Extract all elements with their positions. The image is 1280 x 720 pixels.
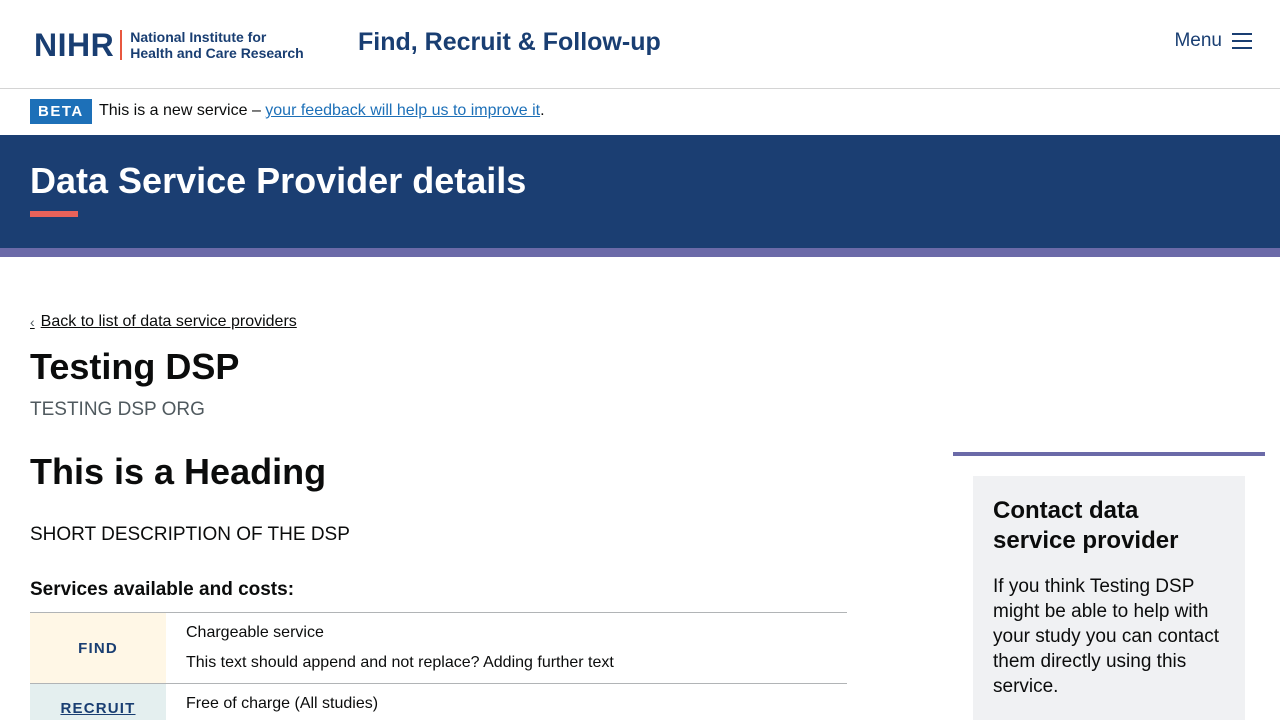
- logo-text-line1: National Institute for: [130, 29, 267, 45]
- hamburger-icon: [1232, 33, 1252, 49]
- service-tag-recruit-label: RECRUIT: [60, 700, 136, 717]
- content-heading: This is a Heading: [30, 451, 327, 492]
- services-table: FIND Chargeable service This text should…: [30, 612, 847, 720]
- banner-stripe: [0, 248, 1280, 257]
- logo-text: National Institute for Health and Care R…: [130, 29, 304, 61]
- logo-divider: [120, 30, 123, 60]
- beta-tag: BETA: [30, 99, 92, 124]
- back-link-label: Back to list of data service providers: [40, 313, 297, 330]
- menu-button[interactable]: Menu: [1174, 30, 1252, 52]
- contact-title: Contact data service provider: [993, 497, 1179, 554]
- beta-text-after: .: [540, 102, 545, 119]
- nihr-logo[interactable]: NIHR National Institute for Health and C…: [34, 27, 314, 63]
- service-tag-recruit[interactable]: RECRUIT: [30, 684, 166, 720]
- beta-text: This is a new service – your feedback wi…: [99, 101, 545, 121]
- dsp-organisation: TESTING DSP ORG: [30, 399, 205, 420]
- service-cost: Chargeable service: [186, 624, 324, 641]
- short-description: SHORT DESCRIPTION OF THE DSP: [30, 524, 350, 545]
- site-header: NIHR National Institute for Health and C…: [0, 0, 1280, 89]
- beta-text-before: This is a new service –: [99, 102, 266, 119]
- logo-text-line2: Health and Care Research: [130, 45, 304, 61]
- feedback-link[interactable]: your feedback will help us to improve it: [265, 102, 540, 119]
- page-title: Data Service Provider details: [30, 160, 527, 201]
- contact-text: If you think Testing DSP might be able t…: [993, 576, 1220, 697]
- dsp-name: Testing DSP: [30, 346, 240, 387]
- title-accent-bar: [30, 211, 78, 217]
- service-details-find: Chargeable service This text should appe…: [166, 613, 634, 683]
- sidebar-stripe: [953, 452, 1265, 456]
- chevron-left-icon: ‹: [30, 314, 35, 330]
- logo-mark: NIHR: [34, 27, 115, 63]
- service-note: This text should append and not replace?…: [186, 654, 614, 671]
- beta-banner: BETA This is a new service – your feedba…: [0, 89, 1280, 135]
- menu-label: Menu: [1174, 30, 1222, 51]
- services-label: Services available and costs:: [30, 579, 295, 600]
- service-row-recruit: RECRUIT Free of charge (All studies): [30, 684, 847, 720]
- service-cost: Free of charge (All studies): [186, 695, 379, 712]
- service-details-recruit: Free of charge (All studies): [166, 684, 398, 720]
- service-name-link[interactable]: Find, Recruit & Follow-up: [358, 26, 661, 58]
- contact-panel: Contact data service provider If you thi…: [973, 476, 1245, 720]
- service-tag-find: FIND: [30, 613, 166, 683]
- page-banner: Data Service Provider details: [0, 135, 1280, 248]
- back-link[interactable]: ‹ Back to list of data service providers: [30, 312, 297, 332]
- service-row-find: FIND Chargeable service This text should…: [30, 613, 847, 684]
